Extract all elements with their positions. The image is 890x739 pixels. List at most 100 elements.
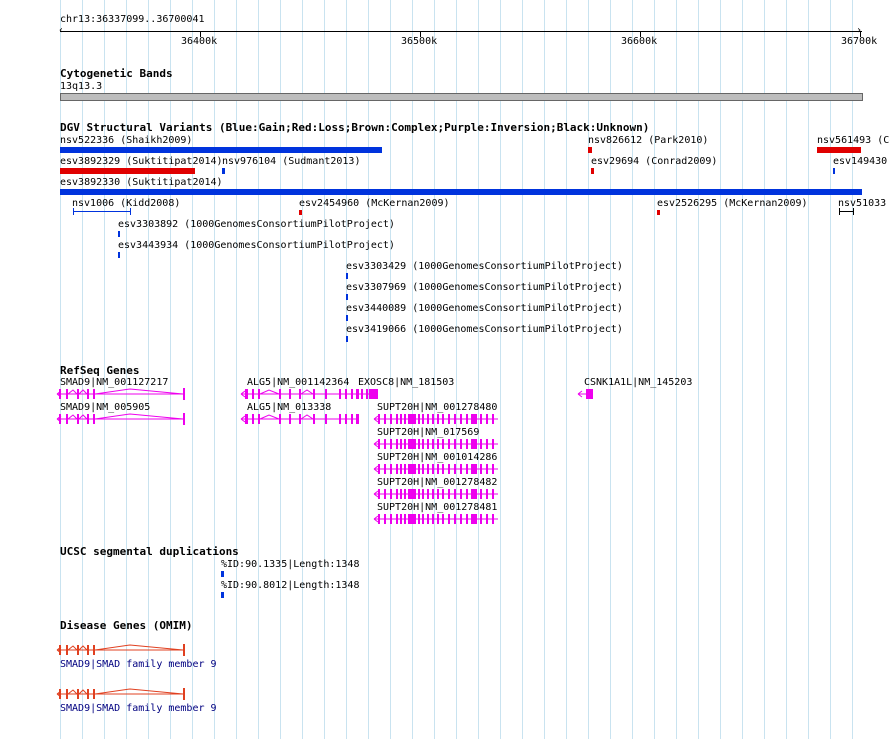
omim-track-title[interactable]: Disease Genes (OMIM) — [60, 619, 192, 632]
gene-model-supt20h-5[interactable] — [372, 513, 500, 525]
dgv-feature-bracket[interactable] — [73, 208, 133, 215]
grid-line — [346, 0, 347, 739]
gene-label[interactable]: SMAD9|NM_001127217 — [60, 377, 168, 388]
gene-label[interactable]: SUPT20H|NM_001278482 — [377, 477, 497, 488]
dgv-track-title[interactable]: DGV Structural Variants (Blue:Gain;Red:L… — [60, 121, 649, 134]
omim-label[interactable]: SMAD9|SMAD family member 9 — [60, 703, 217, 714]
gene-model-alg5-1[interactable] — [239, 388, 361, 400]
gene-label[interactable]: SUPT20H|NM_001014286 — [377, 452, 497, 463]
dgv-feature-bar[interactable] — [346, 294, 348, 300]
gene-model-smad9-2[interactable] — [55, 413, 187, 425]
dgv-feature-label[interactable]: esv3892330 (Suktitipat2014) — [60, 177, 223, 188]
grid-line — [852, 0, 853, 739]
dgv-feature-bracket[interactable] — [839, 208, 855, 215]
grid-line — [236, 0, 237, 739]
gene-model-supt20h-1[interactable] — [372, 413, 500, 425]
dgv-feature-label[interactable]: esv3443934 (1000GenomesConsortiumPilotPr… — [118, 240, 395, 251]
grid-line — [214, 0, 215, 739]
grid-line — [676, 0, 677, 739]
segdup-label[interactable]: %ID:90.1335|Length:1348 — [221, 559, 359, 570]
grid-line — [720, 0, 721, 739]
gene-model-smad9-1[interactable] — [55, 388, 187, 400]
dgv-feature-bar[interactable] — [299, 210, 302, 215]
grid-line — [742, 0, 743, 739]
dgv-feature-label[interactable]: nsv522336 (Shaikh2009) — [60, 135, 192, 146]
dgv-feature-bar[interactable] — [346, 336, 348, 342]
omim-gene-model[interactable] — [55, 688, 187, 700]
cytoband-name: 13q13.3 — [60, 81, 103, 92]
grid-line — [302, 0, 303, 739]
omim-gene-model[interactable] — [55, 644, 187, 656]
dgv-feature-label[interactable]: esv2526295 (McKernan2009) — [657, 198, 808, 209]
dgv-feature-label[interactable]: esv29694 (Conrad2009) — [591, 156, 717, 167]
gene-label[interactable]: CSNK1A1L|NM_145203 — [584, 377, 692, 388]
segdup-track-title[interactable]: UCSC segmental duplications — [60, 545, 239, 558]
dgv-feature-bar[interactable] — [60, 168, 195, 174]
ruler-axis — [60, 31, 862, 32]
dgv-feature-label[interactable]: esv3440089 (1000GenomesConsortiumPilotPr… — [346, 303, 623, 314]
dgv-feature-bar[interactable] — [346, 273, 348, 279]
dgv-feature-bar[interactable] — [657, 210, 660, 215]
grid-line — [412, 0, 413, 739]
dgv-feature-bar[interactable] — [60, 189, 862, 195]
grid-line — [390, 0, 391, 739]
dgv-feature-bar[interactable] — [591, 168, 594, 174]
dgv-feature-label[interactable]: esv3307969 (1000GenomesConsortiumPilotPr… — [346, 282, 623, 293]
omim-label[interactable]: SMAD9|SMAD family member 9 — [60, 659, 217, 670]
dgv-feature-bar[interactable] — [588, 147, 592, 153]
gene-model-supt20h-4[interactable] — [372, 488, 500, 500]
dgv-feature-label[interactable]: esv3419066 (1000GenomesConsortiumPilotPr… — [346, 324, 623, 335]
segdup-bar[interactable] — [221, 571, 224, 577]
grid-line — [280, 0, 281, 739]
segdup-bar[interactable] — [221, 592, 224, 598]
ruler-tick-label: 36600k — [621, 36, 658, 47]
ruler-tick-label: 36500k — [401, 36, 438, 47]
dgv-feature-label[interactable]: nsv561493 (Co — [817, 135, 890, 146]
ruler-range-label: chr13:36337099..36700041 — [60, 14, 205, 25]
dgv-feature-label[interactable]: nsv826612 (Park2010) — [588, 135, 708, 146]
gene-label[interactable]: EXOSC8|NM_181503 — [358, 377, 454, 388]
grid-line — [654, 0, 655, 739]
gene-label[interactable]: ALG5|NM_001142364 — [247, 377, 349, 388]
dgv-feature-bar[interactable] — [118, 231, 120, 237]
dgv-feature-label[interactable]: esv3892329 (Suktitipat2014) — [60, 156, 223, 167]
grid-line — [500, 0, 501, 739]
dgv-feature-label[interactable]: esv3303429 (1000GenomesConsortiumPilotPr… — [346, 261, 623, 272]
gene-label[interactable]: SUPT20H|NM_001278481 — [377, 502, 497, 513]
grid-line — [522, 0, 523, 739]
grid-line — [830, 0, 831, 739]
dgv-feature-bar[interactable] — [346, 315, 348, 321]
dgv-feature-label[interactable]: esv3303892 (1000GenomesConsortiumPilotPr… — [118, 219, 395, 230]
grid-line — [434, 0, 435, 739]
gene-model-alg5-2[interactable] — [239, 413, 361, 425]
grid-line — [698, 0, 699, 739]
ruler-left-arrow[interactable]: ‹ — [58, 25, 64, 36]
gene-model-exosc8[interactable] — [354, 388, 380, 400]
gene-label[interactable]: ALG5|NM_013338 — [247, 402, 331, 413]
grid-line — [632, 0, 633, 739]
gene-model-supt20h-2[interactable] — [372, 438, 500, 450]
dgv-feature-label[interactable]: esv149430 — [833, 156, 887, 167]
gene-label[interactable]: SUPT20H|NM_001278480 — [377, 402, 497, 413]
dgv-feature-bar[interactable] — [817, 147, 861, 153]
dgv-feature-bar[interactable] — [60, 147, 382, 153]
dgv-feature-label[interactable]: nsv976104 (Sudmant2013) — [222, 156, 360, 167]
ruler-tick-label: 36400k — [181, 36, 218, 47]
gene-model-csnk1a1l[interactable] — [576, 388, 596, 400]
gene-model-supt20h-3[interactable] — [372, 463, 500, 475]
dgv-feature-bar[interactable] — [222, 168, 225, 174]
ruler-tick-label: 36700k — [841, 36, 878, 47]
cytoband-track-title[interactable]: Cytogenetic Bands — [60, 67, 173, 80]
dgv-feature-bar[interactable] — [833, 168, 835, 174]
cytoband-bar[interactable] — [60, 93, 863, 101]
dgv-feature-bar[interactable] — [118, 252, 120, 258]
grid-line — [610, 0, 611, 739]
gene-label[interactable]: SUPT20H|NM_017569 — [377, 427, 479, 438]
gene-label[interactable]: SMAD9|NM_005905 — [60, 402, 150, 413]
dgv-feature-label[interactable]: esv2454960 (McKernan2009) — [299, 198, 450, 209]
grid-line — [324, 0, 325, 739]
grid-line — [456, 0, 457, 739]
grid-line — [588, 0, 589, 739]
segdup-label[interactable]: %ID:90.8012|Length:1348 — [221, 580, 359, 591]
refseq-track-title[interactable]: RefSeq Genes — [60, 364, 139, 377]
